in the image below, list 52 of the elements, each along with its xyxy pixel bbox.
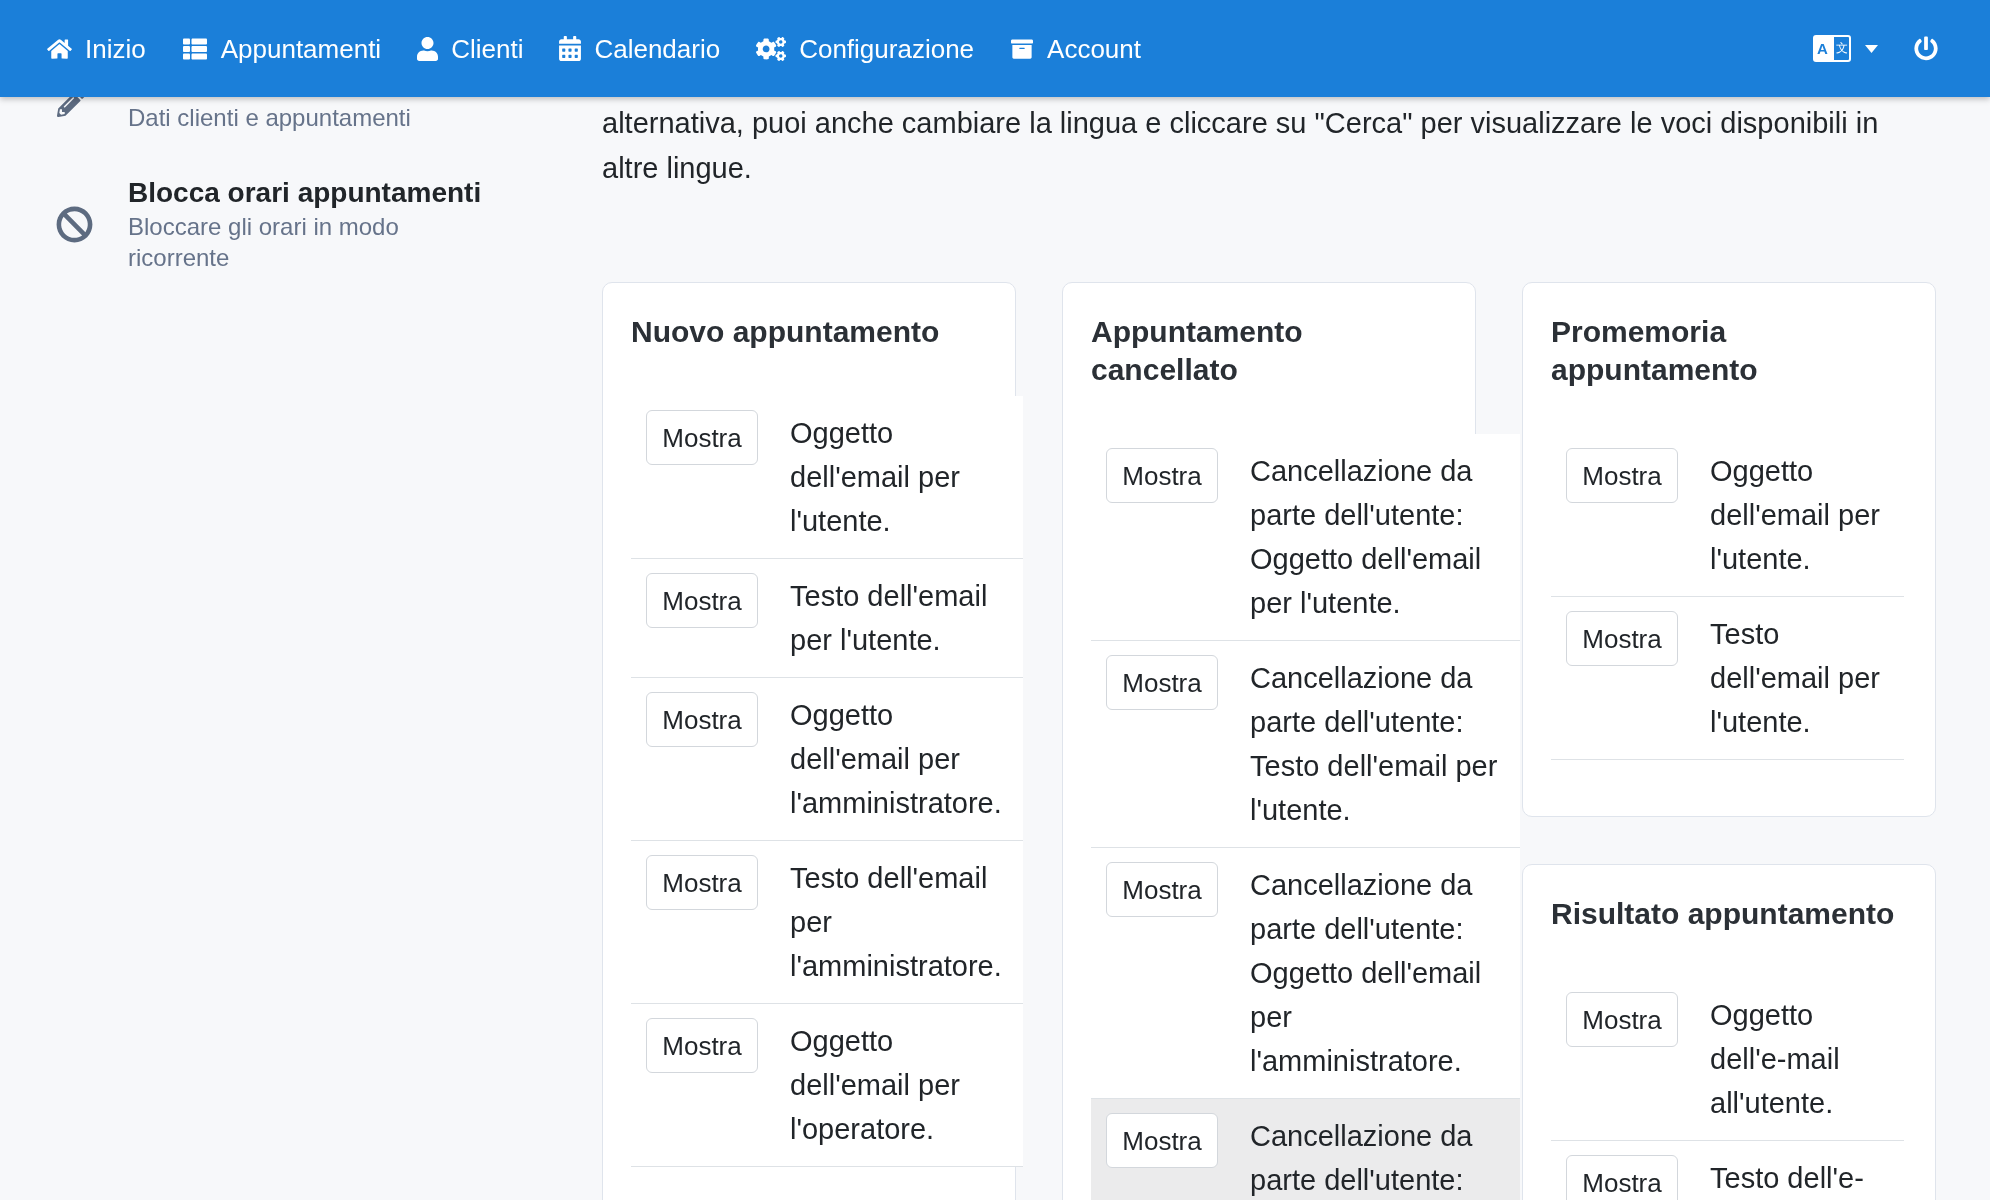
- sidebar-item-description: Bloccare gli orari in modo ricorrente: [128, 212, 400, 273]
- show-button[interactable]: Mostra: [1106, 862, 1218, 917]
- show-button[interactable]: Mostra: [1106, 448, 1218, 503]
- power-icon: [1914, 36, 1938, 61]
- template-description: Cancellazione da parte dell'utente: Testo dell'email per l'utente.: [1250, 661, 1499, 828]
- calendar-icon: [559, 36, 582, 61]
- show-button[interactable]: Mostra: [1106, 1113, 1218, 1168]
- card-title: Risultato appuntamento: [1551, 896, 1896, 932]
- show-button[interactable]: Mostra: [646, 410, 758, 465]
- prohibited-icon: [56, 205, 93, 243]
- language-menu-button[interactable]: A 文: [1813, 35, 1878, 62]
- show-button[interactable]: Mostra: [646, 692, 758, 747]
- nav-link[interactable]: Account: [1010, 32, 1141, 65]
- sidebar-item-description: Dati clienti e appuntamenti: [128, 103, 412, 133]
- show-button[interactable]: Mostra: [646, 1018, 758, 1073]
- template-description: Cancellazione da parte dell'utente: Oggetto dell'email per l'amministratore.: [1250, 868, 1483, 1079]
- show-button[interactable]: Mostra: [1566, 992, 1678, 1047]
- card-title: Nuovo appuntamento: [631, 314, 941, 350]
- show-button[interactable]: Mostra: [1566, 448, 1678, 503]
- template-description: Testo dell'e-: [1710, 1161, 1865, 1196]
- template-description: Testo dell'email per l'amministratore.: [790, 861, 1003, 984]
- nav-link[interactable]: Calendario: [559, 32, 721, 65]
- show-button[interactable]: Mostra: [1566, 611, 1678, 666]
- template-description: Oggetto dell'email per l'utente.: [1710, 454, 1881, 577]
- template-description: Oggetto dell'email per l'amministratore.: [790, 698, 1003, 821]
- template-description: Oggetto dell'e-mail all'utente.: [1710, 998, 1841, 1121]
- template-description: Testo dell'email per l'utente.: [790, 579, 989, 658]
- show-button[interactable]: Mostra: [1106, 655, 1218, 710]
- template-description: Testo dell'email per l'utente.: [1710, 617, 1881, 740]
- template-description: Oggetto dell'email per l'operatore.: [790, 1024, 961, 1147]
- sidebar-link[interactable]: Blocca orari appuntamenti: [128, 175, 494, 211]
- nav-link[interactable]: Inizio: [47, 32, 146, 65]
- caret-down-icon: [1865, 44, 1878, 53]
- archive-box-icon: [1010, 37, 1035, 60]
- show-button[interactable]: Mostra: [1566, 1155, 1678, 1200]
- nav-link[interactable]: Clienti: [417, 32, 524, 65]
- logout-button[interactable]: [1914, 36, 1938, 61]
- template-description: Cancellazione da parte dell'utente: Oggetto dell'email per l'utente.: [1250, 454, 1483, 621]
- nav-link[interactable]: Configurazione: [756, 32, 975, 65]
- gears-icon: [756, 36, 787, 61]
- show-button[interactable]: Mostra: [646, 855, 758, 910]
- home-icon: [47, 37, 72, 60]
- card-title: Appuntamento cancellato: [1091, 314, 1304, 388]
- intro-text: alternativa, puoi anche cambiare la lingua e cliccare su "Cerca" per visualizzare le voci disponibili in altre lingue.: [602, 106, 1880, 186]
- card-title: Promemoria appuntamento: [1551, 314, 1759, 388]
- show-button[interactable]: Mostra: [646, 573, 758, 628]
- template-description: Oggetto dell'email per l'utente.: [790, 416, 961, 539]
- user-icon: [417, 36, 439, 61]
- pencil-icon: [57, 97, 86, 117]
- template-description: Cancellazione da parte dell'utente:: [1250, 1119, 1474, 1198]
- list-icon: [181, 36, 208, 61]
- nav-link[interactable]: Appuntamenti: [181, 32, 382, 65]
